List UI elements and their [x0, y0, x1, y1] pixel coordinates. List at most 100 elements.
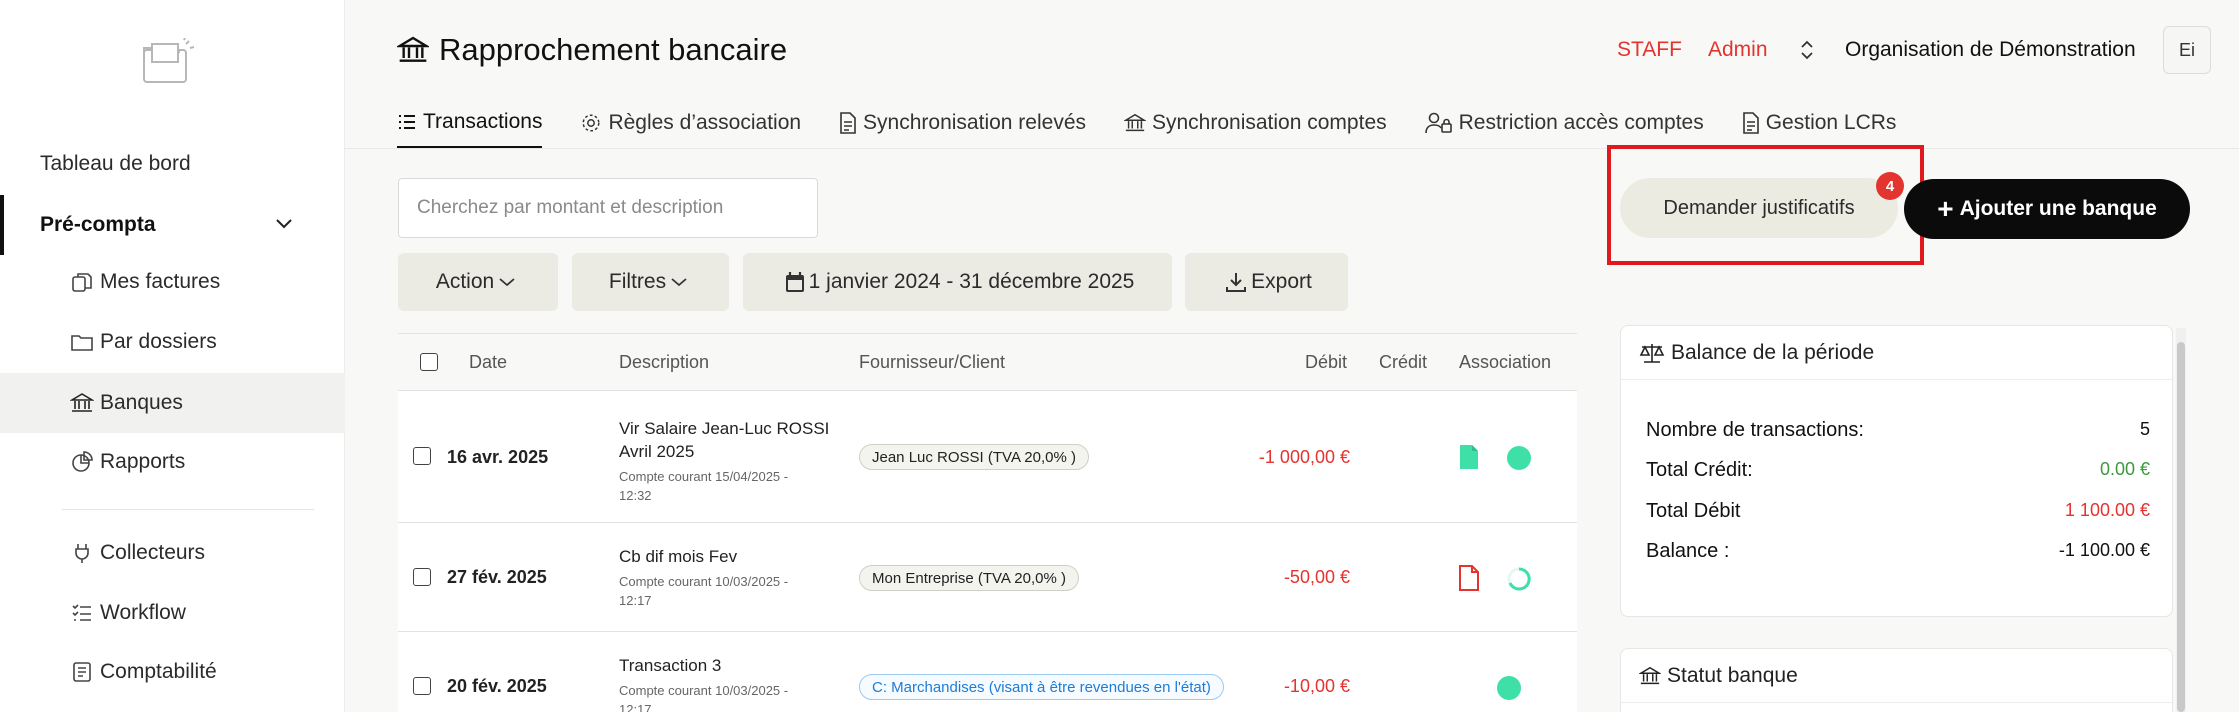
sidebar-item-label: Par dossiers [100, 330, 217, 353]
sidebar-item-label: Mes factures [100, 270, 221, 293]
date-range-button[interactable]: 1 janvier 2024 - 31 décembre 2025 [743, 253, 1172, 311]
stat-value: -1 100.00 € [2058, 540, 2150, 560]
col-date[interactable]: Date [469, 352, 507, 373]
missing-document-icon[interactable] [1459, 565, 1479, 591]
org-switcher-icon[interactable] [1800, 30, 1814, 70]
stat-label: Nombre de transactions: [1646, 419, 1864, 441]
sidebar-item-label: Collecteurs [100, 541, 206, 564]
category-tag[interactable]: C: Marchandises (visant à être revendues… [859, 674, 1224, 700]
request-documents-button[interactable]: Demander justificatifs [1620, 178, 1898, 238]
row-checkbox[interactable] [413, 447, 431, 465]
export-button[interactable]: Export [1185, 253, 1348, 311]
document-attached-icon[interactable] [1459, 444, 1479, 470]
add-bank-label: Ajouter une banque [1959, 197, 2157, 220]
sidebar-item-invoices[interactable]: Mes factures [0, 252, 345, 312]
tab-account-access-restriction[interactable]: Restriction accès comptes [1424, 104, 1704, 142]
search-input[interactable] [398, 178, 818, 238]
tab-statement-sync[interactable]: Synchronisation relevés [839, 104, 1086, 142]
tab-label: Restriction accès comptes [1458, 111, 1704, 134]
sidebar-item-reports[interactable]: Rapports [0, 432, 345, 492]
sidebar-item-accounting[interactable]: Comptabilité [0, 642, 345, 702]
scrollbar-thumb[interactable] [2177, 342, 2185, 712]
transactions-table: Date Description Fournisseur/Client Débi… [398, 333, 1577, 712]
copy-document-icon [72, 273, 92, 292]
sidebar-item-label: Comptabilité [100, 660, 217, 683]
stat-row: Total Débit 1 100.00 € [1646, 500, 2150, 523]
description-line: Vir Salaire Jean-Luc ROSSI [619, 419, 830, 438]
add-bank-button[interactable]: + Ajouter une banque [1904, 179, 2190, 239]
admin-link[interactable]: Admin [1708, 30, 1768, 70]
tab-transactions[interactable]: Transactions [397, 104, 543, 148]
sidebar-item-label: Rapports [100, 450, 186, 473]
table-row[interactable]: 20 fév. 2025 Transaction 3 Compte couran… [398, 632, 1577, 712]
stat-row: Nombre de transactions: 5 [1646, 419, 2150, 442]
match-status-icon [1507, 446, 1531, 470]
panel-header: Balance de la période [1621, 326, 2172, 380]
stat-row: Total Crédit: 0.00 € [1646, 459, 2150, 482]
document-icon [840, 112, 856, 134]
page-title-text: Rapprochement bancaire [439, 32, 788, 67]
tab-association-rules[interactable]: Règles d’association [580, 104, 801, 142]
sidebar-item-label: Pré-compta [40, 213, 156, 236]
description-line: Transaction 3 [619, 656, 722, 675]
row-description: Vir Salaire Jean-Luc ROSSI Avril 2025 Co… [619, 417, 849, 505]
party-tag[interactable]: Jean Luc ROSSI (TVA 20,0% ) [859, 444, 1089, 470]
download-icon [1226, 273, 1247, 292]
tab-label: Synchronisation comptes [1152, 111, 1387, 134]
list-icon [399, 115, 415, 129]
sidebar-item-label: Banques [100, 391, 183, 414]
plus-icon: + [1937, 193, 1954, 224]
panel-title: Balance de la période [1671, 340, 1875, 364]
sidebar-divider [62, 509, 314, 510]
stat-label: Balance : [1646, 540, 1730, 562]
account-time: 12:32 [619, 488, 652, 503]
sidebar-item-dashboard[interactable]: Tableau de bord [0, 134, 345, 194]
panel-title: Statut banque [1667, 663, 1798, 687]
sidebar-item-banks[interactable]: Banques [0, 373, 345, 433]
account-time: 12:17 [619, 702, 652, 712]
pie-chart-icon [72, 451, 93, 472]
plug-icon [75, 544, 89, 563]
sidebar-item-collectors[interactable]: Collecteurs [0, 523, 345, 583]
sidebar-item-precompta[interactable]: Pré-compta [0, 195, 345, 255]
sidebar-item-folders[interactable]: Par dossiers [0, 312, 345, 372]
user-lock-icon [1424, 112, 1452, 134]
panel-header: Statut banque [1621, 649, 2172, 703]
partial-match-icon [1507, 567, 1531, 591]
account-time: 12:17 [619, 593, 652, 608]
table-row[interactable]: 27 fév. 2025 Cb dif mois Fev Compte cour… [398, 523, 1577, 632]
staff-link[interactable]: STAFF [1617, 30, 1682, 70]
bank-icon [397, 36, 429, 62]
folder-icon [71, 335, 93, 351]
account-date: Compte courant 10/03/2025 - [619, 574, 789, 589]
row-description: Transaction 3 Compte courant 10/03/2025 … [619, 654, 849, 712]
tab-account-sync[interactable]: Synchronisation comptes [1124, 104, 1387, 142]
row-description: Cb dif mois Fev Compte courant 10/03/202… [619, 545, 849, 610]
row-checkbox[interactable] [413, 677, 431, 695]
tab-lcr-management[interactable]: Gestion LCRs [1742, 104, 1896, 142]
select-all-checkbox[interactable] [420, 353, 438, 371]
sidebar: Tableau de bord Pré-compta Mes factures … [0, 0, 345, 712]
organization-selector[interactable]: Organisation de Démonstration [1845, 30, 2136, 70]
tab-label: Transactions [423, 110, 543, 133]
row-date: 20 fév. 2025 [447, 676, 547, 696]
chevron-down-icon [671, 278, 687, 287]
ledger-icon [73, 662, 91, 682]
stat-label: Total Crédit: [1646, 459, 1753, 481]
table-header: Date Description Fournisseur/Client Débi… [398, 333, 1577, 391]
account-date: Compte courant 15/04/2025 - [619, 469, 789, 484]
filters-dropdown-button[interactable]: Filtres [572, 253, 729, 311]
party-tag[interactable]: Mon Entreprise (TVA 20,0% ) [859, 565, 1079, 591]
sidebar-item-workflow[interactable]: Workflow [0, 583, 345, 643]
tabs-divider [345, 148, 2239, 149]
row-date: 16 avr. 2025 [447, 447, 549, 467]
action-dropdown-button[interactable]: Action [398, 253, 558, 311]
col-party: Fournisseur/Client [859, 352, 1006, 372]
row-checkbox[interactable] [413, 568, 431, 586]
tab-label: Synchronisation relevés [863, 111, 1086, 134]
stat-value: 5 [2139, 419, 2150, 439]
table-row[interactable]: 16 avr. 2025 Vir Salaire Jean-Luc ROSSI … [398, 391, 1577, 523]
row-debit: -50,00 € [1283, 567, 1350, 587]
avatar[interactable]: Ei [2163, 26, 2211, 74]
date-range-label: 1 janvier 2024 - 31 décembre 2025 [808, 270, 1135, 293]
